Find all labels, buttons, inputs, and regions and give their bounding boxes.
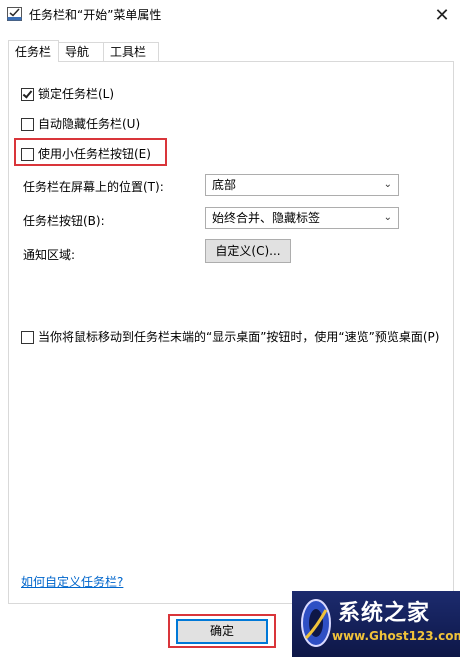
close-icon: ✕ [434, 5, 450, 26]
peek-checkbox[interactable] [21, 330, 34, 344]
location-value: 底部 [212, 178, 237, 192]
tab-panel-taskbar: 锁定任务栏(L) 自动隐藏任务栏(U) 使用小任务栏按钮(E) 任务栏在屏幕上的… [8, 61, 454, 604]
title-bar: 任务栏和“开始”菜单属性 ✕ [0, 0, 462, 31]
auto-hide-option[interactable]: 自动隐藏任务栏(U) [21, 117, 140, 131]
watermark-emblem [301, 599, 331, 647]
tab-navigation[interactable]: 导航 [58, 42, 104, 61]
location-label: 任务栏在屏幕上的位置(T): [23, 180, 164, 194]
watermark-logo: 系统之家 www.Ghost123.com [292, 591, 460, 657]
close-button[interactable]: ✕ [422, 0, 462, 31]
tab-taskbar[interactable]: 任务栏 [8, 40, 59, 62]
tab-bar: 任务栏 导航 工具栏 [8, 40, 454, 62]
watermark-name: 系统之家 [338, 600, 431, 626]
small-buttons-label: 使用小任务栏按钮(E) [38, 147, 151, 161]
taskbar-properties-icon [7, 7, 22, 21]
chevron-down-icon: ⌄ [383, 212, 392, 223]
window-title: 任务栏和“开始”菜单属性 [29, 8, 162, 22]
buttons-combine-label: 任务栏按钮(B): [23, 214, 105, 228]
lock-taskbar-option[interactable]: 锁定任务栏(L) [21, 87, 114, 101]
customize-button[interactable]: 自定义(C)... [205, 239, 291, 263]
watermark-url: www.Ghost123.com [332, 629, 460, 643]
location-select[interactable]: 底部 ⌄ [205, 174, 399, 196]
small-buttons-option[interactable]: 使用小任务栏按钮(E) [21, 147, 151, 161]
chevron-down-icon: ⌄ [383, 179, 392, 190]
auto-hide-checkbox[interactable] [21, 117, 34, 131]
peek-label: 当你将鼠标移动到任务栏末端的“显示桌面”按钮时，使用“速览”预览桌面(P) [38, 330, 440, 344]
tab-toolbars[interactable]: 工具栏 [103, 42, 159, 61]
ok-button[interactable]: 确定 [176, 619, 268, 644]
peek-option[interactable]: 当你将鼠标移动到任务栏末端的“显示桌面”按钮时，使用“速览”预览桌面(P) [21, 330, 439, 344]
notification-area-label: 通知区域: [23, 248, 76, 262]
help-link[interactable]: 如何自定义任务栏? [21, 573, 123, 590]
lock-taskbar-checkbox[interactable] [21, 87, 34, 101]
lock-taskbar-label: 锁定任务栏(L) [38, 87, 115, 101]
buttons-combine-value: 始终合并、隐藏标签 [212, 211, 321, 225]
auto-hide-label: 自动隐藏任务栏(U) [38, 117, 141, 131]
small-buttons-checkbox[interactable] [21, 147, 34, 161]
buttons-combine-select[interactable]: 始终合并、隐藏标签 ⌄ [205, 207, 399, 229]
